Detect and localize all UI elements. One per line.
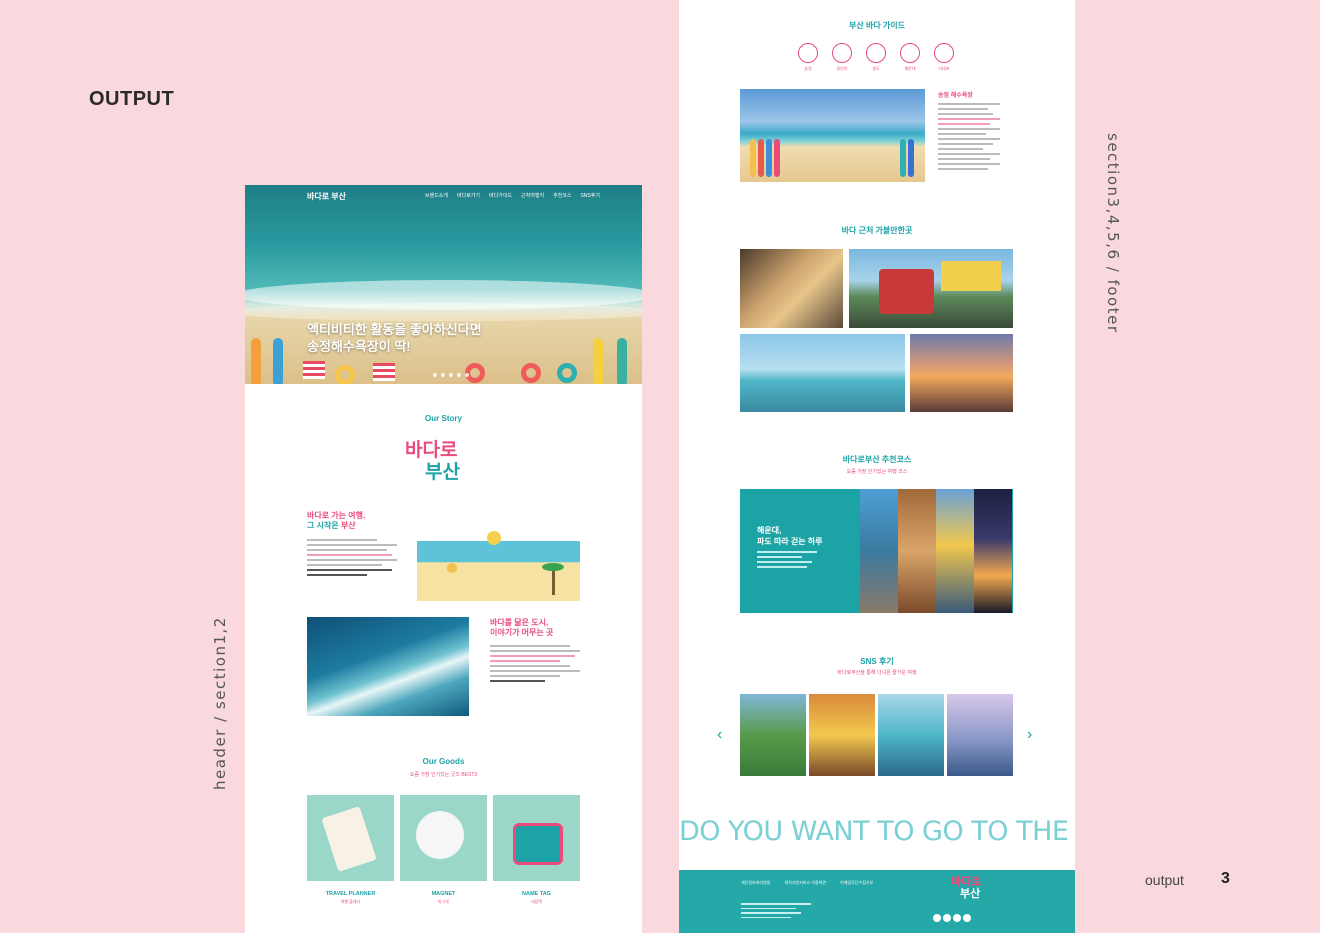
guide-label: 광안리 <box>836 66 848 71</box>
swim-ring-icon <box>521 363 541 383</box>
swim-ring-icon <box>557 363 577 383</box>
guide-label: 송도 <box>872 66 880 71</box>
surfboard-icon <box>251 338 261 384</box>
goods-image-planner[interactable] <box>307 795 394 881</box>
swim-ring-icon <box>335 365 355 384</box>
footer-logo[interactable]: 바다로 부산 <box>951 876 981 900</box>
towel-icon <box>303 361 325 379</box>
goods-sub: 네임택 <box>530 899 543 904</box>
guide-label: 해운대 <box>904 66 916 71</box>
towel-icon <box>373 363 395 381</box>
hero-banner: 바다로 부산 브랜드소개 바다로가기 바다가이드 근처여행지 추천코스 SNS후… <box>245 185 642 384</box>
goods-subtitle: 요즘 가장 인기있는 굿즈 BEST3 <box>409 772 478 778</box>
nav-item[interactable]: SNS후기 <box>580 192 599 199</box>
beach-illustration <box>417 531 580 601</box>
guide-label: 다대포 <box>938 66 950 71</box>
course-heading: 해운대, 파도 따라 걷는 하루 <box>757 526 823 546</box>
left-mockup: 바다로 부산 브랜드소개 바다로가기 바다가이드 근처여행지 추천코스 SNS후… <box>245 185 642 933</box>
main-nav: 브랜드소개 바다로가기 바다가이드 근처여행지 추천코스 SNS후기 <box>425 192 600 199</box>
course-subtitle: 요즘 가장 인기있는 여행 코스 <box>846 469 908 475</box>
course-title: 바다로부산 추천코스 <box>842 455 912 464</box>
sns-photo[interactable] <box>740 694 806 776</box>
beach-photo <box>740 89 925 182</box>
course-photo[interactable] <box>898 489 936 613</box>
footer-link[interactable]: 이메일무단수집거부 <box>840 880 873 886</box>
footer-info <box>741 903 811 921</box>
goods-sub: 여행 플래너 <box>340 899 361 904</box>
portfolio-title: OUTPUT <box>89 88 175 110</box>
sns-photo[interactable] <box>947 694 1013 776</box>
footer-links: 개인정보처리방침 위치기반서비스 이용약관 이메일무단수집거부 <box>741 880 873 886</box>
chevron-left-icon[interactable]: ‹ <box>717 726 722 744</box>
footer-link[interactable]: 위치기반서비스 이용약관 <box>784 880 826 886</box>
story-heading-2: 바다를 닮은 도시, 이야기가 머무는 곳 <box>490 618 554 637</box>
guide-title: 부산 바다 가이드 <box>849 21 905 30</box>
train-icon[interactable] <box>900 43 920 63</box>
sns-subtitle: 바다로부산을 통해 다녀온 즐거운 여행 <box>837 670 917 676</box>
nearby-title: 바다 근처 가볼만한곳 <box>841 226 913 235</box>
guide-label: 송정 <box>804 66 812 71</box>
goods-name: TRAVEL PLANNER <box>325 891 376 897</box>
course-photo[interactable] <box>860 489 898 613</box>
left-caption: header / section1,2 <box>211 616 229 790</box>
story-heading-1: 바다로 가는 여행, 그 시작은 부산 <box>307 511 366 530</box>
surfboard-icon <box>593 338 603 384</box>
sns-photo[interactable] <box>878 694 944 776</box>
instagram-icon[interactable] <box>943 914 951 922</box>
course-card[interactable]: 해운대, 파도 따라 걷는 하루 <box>740 489 1013 613</box>
goods-image-magnet[interactable] <box>400 795 487 881</box>
lighthouse-icon[interactable] <box>934 43 954 63</box>
facebook-icon[interactable] <box>933 914 941 922</box>
beach-icon[interactable] <box>832 43 852 63</box>
sns-photo[interactable] <box>809 694 875 776</box>
course-description <box>757 551 817 571</box>
youtube-icon[interactable] <box>963 914 971 922</box>
right-mockup: 부산 바다 가이드 송정 광안리 송도 해운대 다대포 송정 해수욕장 바다 근… <box>679 0 1075 933</box>
story-text-2 <box>490 645 580 685</box>
goods-image-nametag[interactable] <box>493 795 580 881</box>
header-logo[interactable]: 바다로 부산 <box>307 191 346 202</box>
footer: 개인정보처리방침 위치기반서비스 이용약관 이메일무단수집거부 바다로 부산 <box>679 870 1075 933</box>
hero-headline: 액티비티한 활동을 좋아하신다면 송정해수욕장이 딱! <box>307 322 482 354</box>
nav-item[interactable]: 바다가이드 <box>489 192 512 199</box>
social-links <box>933 914 971 922</box>
sunset-photo[interactable] <box>910 334 1013 412</box>
nav-item[interactable]: 추천코스 <box>553 192 571 199</box>
brand-logo: 바다로 부산 <box>405 440 460 483</box>
goods-name: NAME TAG <box>522 891 551 897</box>
beach-heading: 송정 해수욕장 <box>938 93 973 99</box>
footer-link[interactable]: 개인정보처리방침 <box>741 880 770 886</box>
surfboard-icon <box>617 338 627 384</box>
wave-icon[interactable] <box>866 43 886 63</box>
cafe-photo[interactable] <box>740 334 905 412</box>
goods-title: Our Goods <box>422 757 465 766</box>
surfboard-icon <box>273 338 283 384</box>
course-photo[interactable] <box>974 489 1012 613</box>
sns-title: SNS 후기 <box>860 657 894 666</box>
course-photo[interactable] <box>936 489 974 613</box>
goods-sub: 마그넷 <box>437 899 450 904</box>
slider-dots[interactable] <box>433 373 469 377</box>
nav-item[interactable]: 브랜드소개 <box>425 192 448 199</box>
slogan-marquee: DO YOU WANT TO GO TO THE <box>679 816 1069 847</box>
nav-item[interactable]: 근처여행지 <box>521 192 544 199</box>
right-caption: section3,4,5,6 / footer <box>1104 133 1122 334</box>
page-label: output <box>1145 872 1184 888</box>
blog-icon[interactable] <box>953 914 961 922</box>
food-photo[interactable] <box>740 249 843 328</box>
page-number: 3 <box>1221 870 1230 887</box>
wave-photo <box>307 617 469 716</box>
chevron-right-icon[interactable]: › <box>1027 726 1032 744</box>
story-title: Our Story <box>425 414 462 423</box>
surf-icon[interactable] <box>798 43 818 63</box>
story-text-1 <box>307 539 397 579</box>
train-photo[interactable] <box>849 249 1013 328</box>
beach-description <box>938 103 1000 173</box>
nav-item[interactable]: 바다로가기 <box>457 192 480 199</box>
goods-name: MAGNET <box>431 891 456 897</box>
